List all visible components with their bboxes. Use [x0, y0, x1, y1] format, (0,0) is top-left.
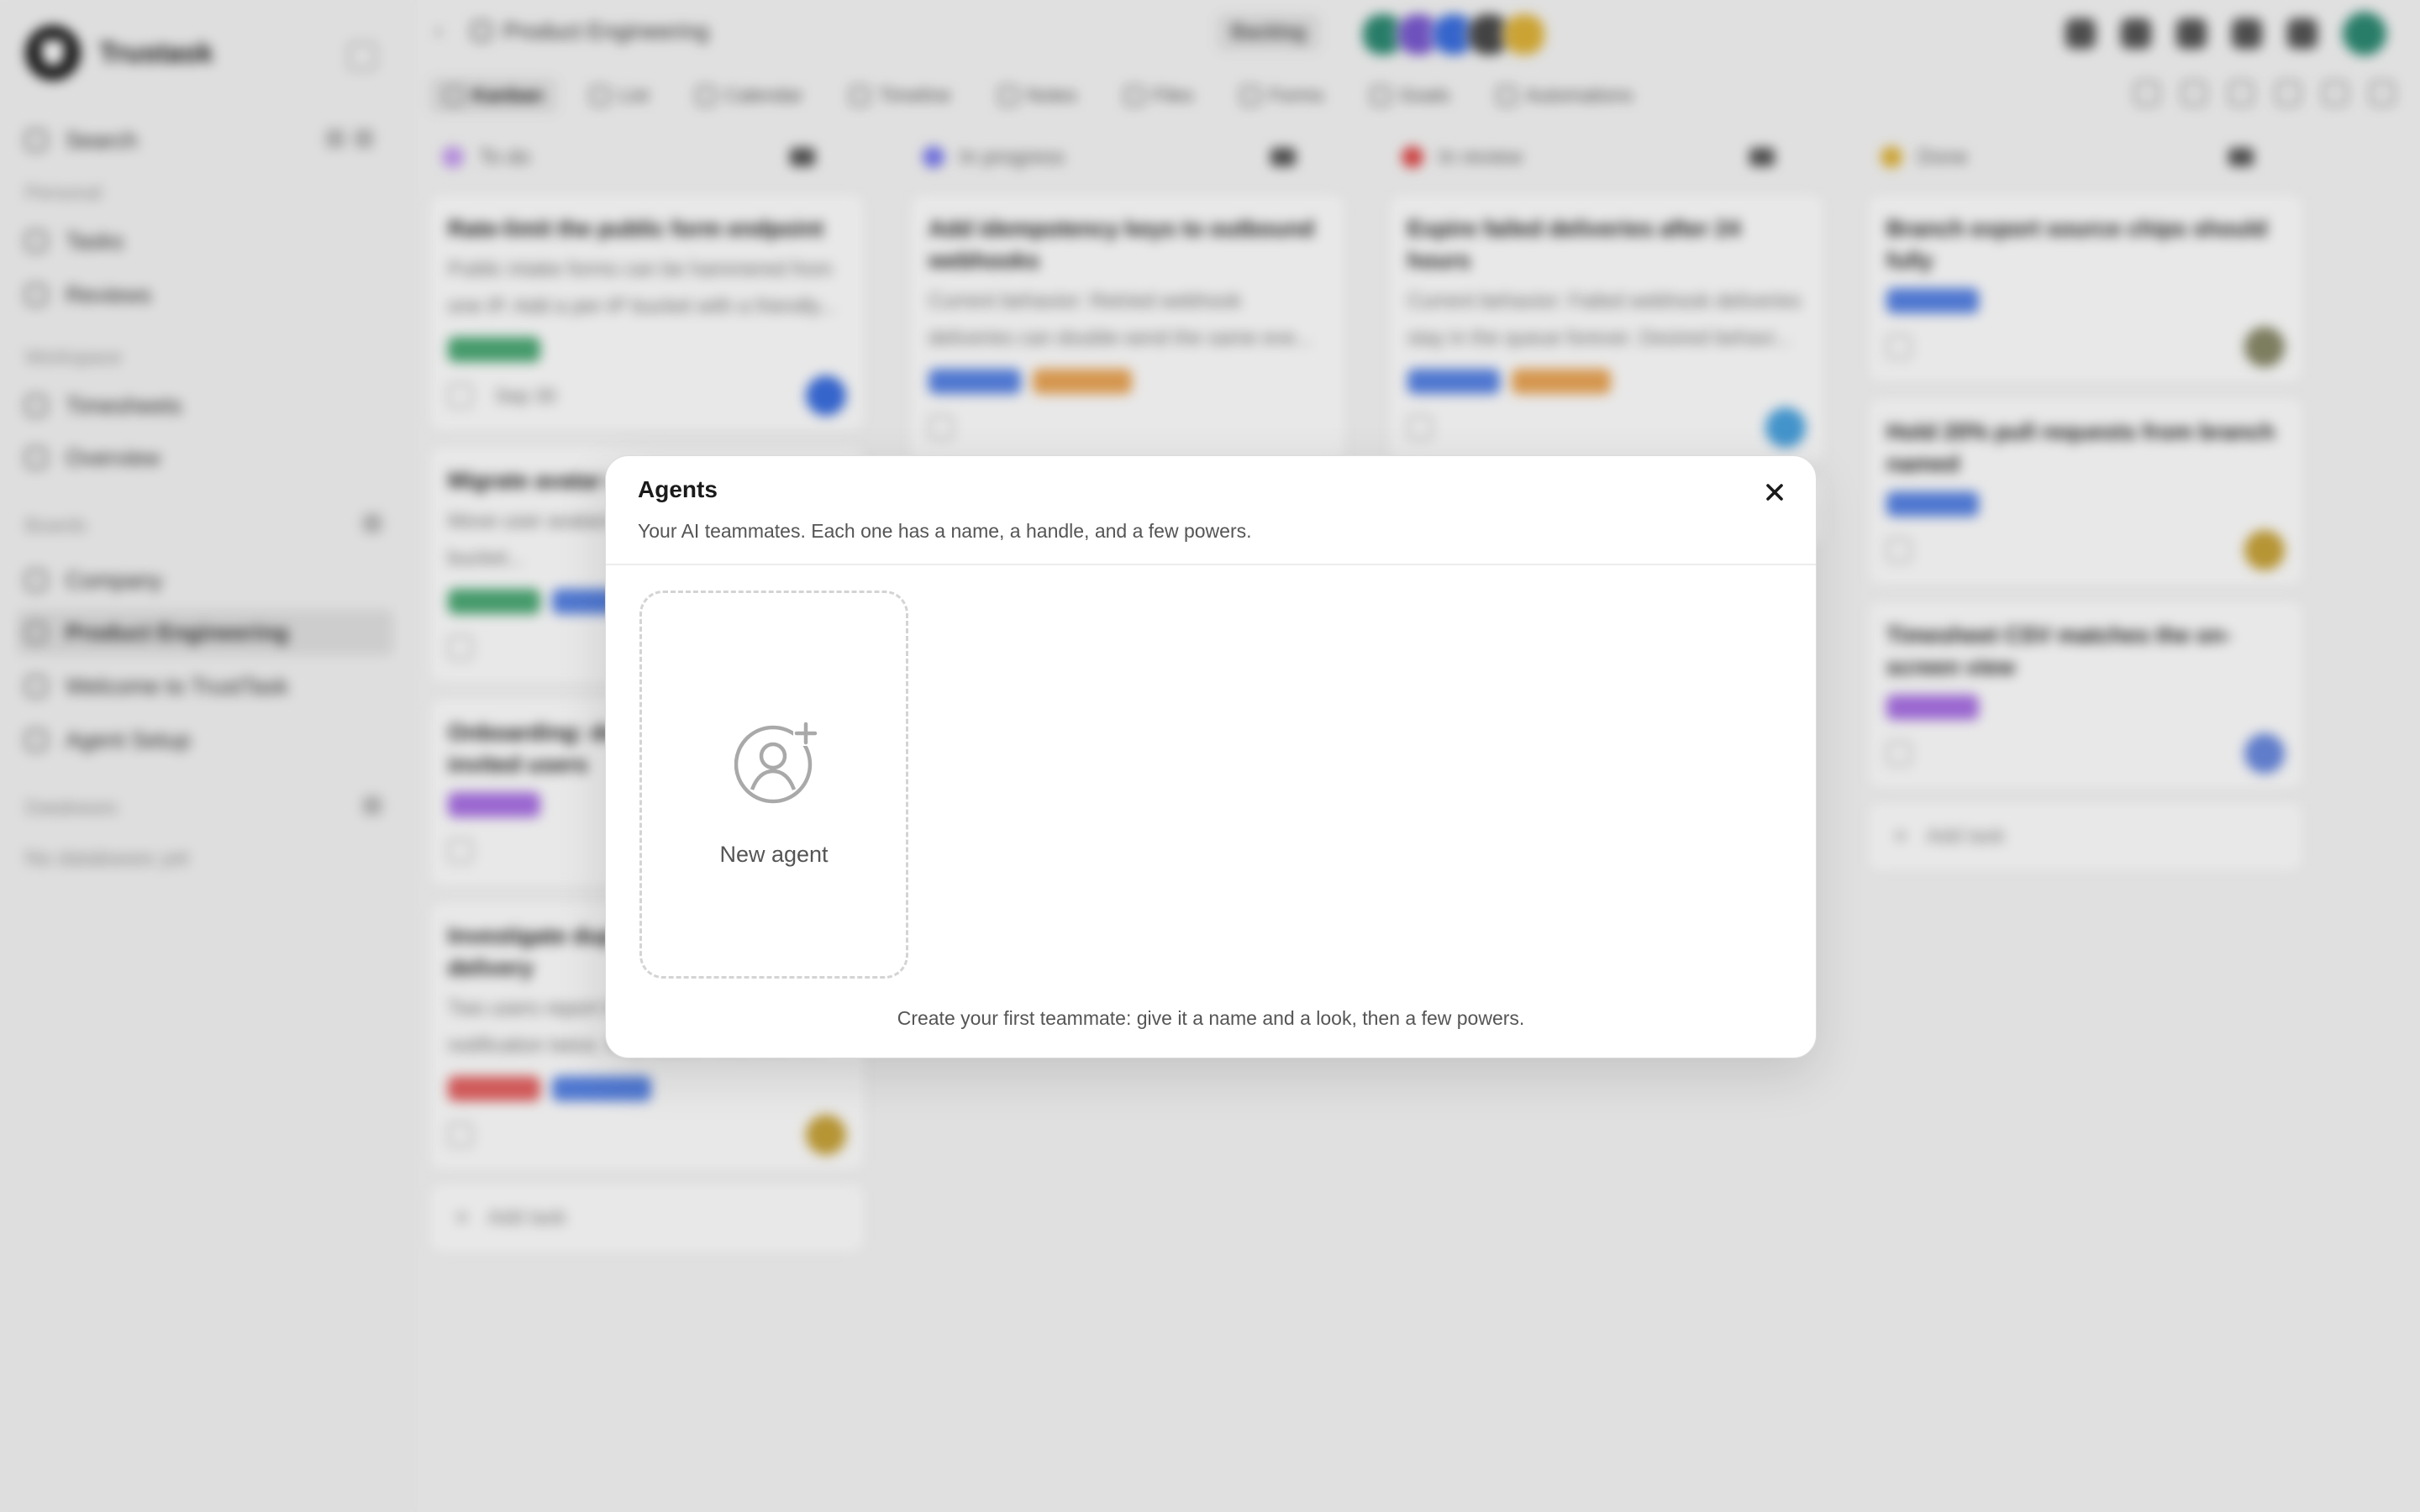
dialog-hint: Create your first teammate: give it a na… [897, 1007, 1525, 1029]
user-plus-icon [734, 721, 818, 804]
dialog-divider [606, 564, 1816, 565]
dialog-title: Agents [638, 476, 718, 502]
new-agent-card[interactable]: New agent [639, 591, 908, 979]
close-icon [1766, 484, 1783, 501]
new-agent-label: New agent [719, 842, 829, 867]
agents-dialog: Agents Your AI teammates. Each one has a… [605, 455, 1817, 1058]
close-button[interactable] [1755, 473, 1794, 512]
dialog-subtitle: Your AI teammates. Each one has a name, … [638, 520, 1252, 542]
